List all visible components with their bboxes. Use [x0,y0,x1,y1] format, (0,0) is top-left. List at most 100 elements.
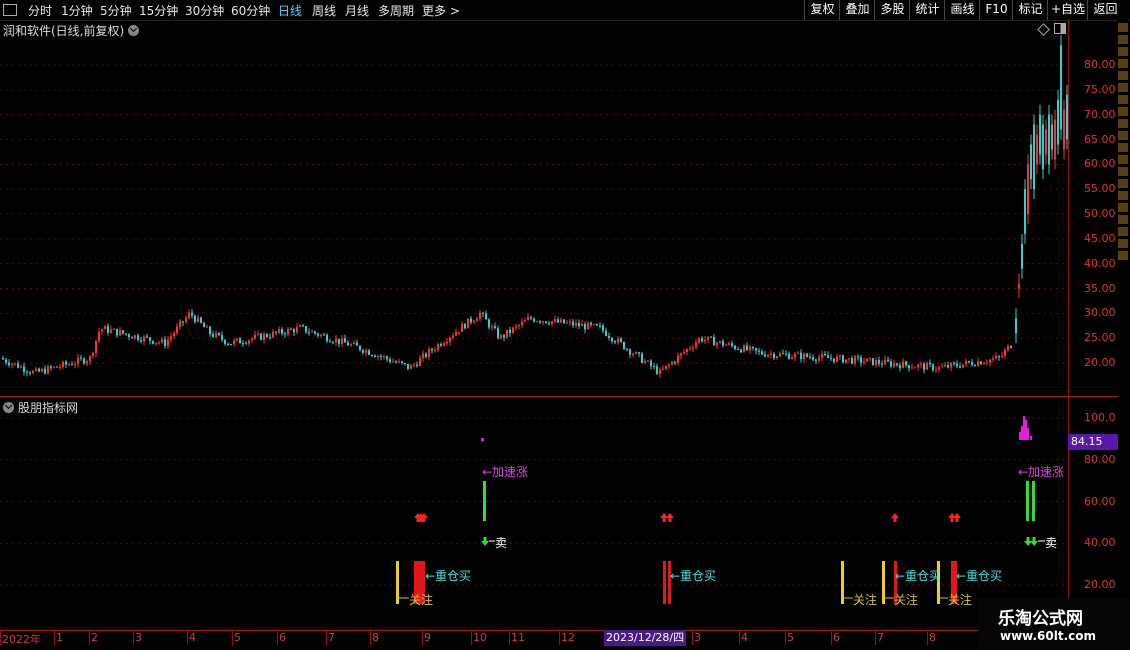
candle-body [773,353,775,358]
candle-body [323,334,325,336]
candle-body [353,342,355,345]
candle-body [311,331,313,333]
candle-body [995,356,997,359]
candle-body [722,341,724,346]
candle-body [404,362,406,364]
candle-body [350,344,352,346]
date-tick-label: 2022年 [2,633,41,646]
period-tab-30min[interactable]: 30分钟 [185,2,224,19]
period-tab-60min[interactable]: 60分钟 [231,2,270,19]
period-tab-monthly[interactable]: 月线 [345,2,369,19]
candle-body [167,339,169,347]
candle-body [206,326,208,328]
date-tick-label: 6 [279,631,286,644]
back-button[interactable]: 返回 [1087,0,1123,20]
candle-body [878,360,880,364]
candle-body [221,335,223,340]
candle-body [239,338,241,344]
f10-button[interactable]: F10 [979,0,1013,20]
candle-body [152,340,154,344]
candle-body [845,359,847,363]
candle-body [635,352,637,354]
add-watchlist-button[interactable]: +自选 [1047,0,1088,20]
candle-body [824,354,826,356]
heavy-buy-bar [663,561,666,604]
candle-body [536,321,538,323]
candle-body [581,324,583,327]
candle-body [68,364,70,366]
candle-body [833,358,835,362]
candle-body [299,325,301,327]
candle-body [608,335,610,338]
candle-body [197,317,199,322]
heavy-buy-label-3: ←重仓买 [895,569,942,583]
buy-arrow-icon [953,513,961,522]
candle-body [164,339,166,347]
candle-body [410,365,412,369]
candle-body [962,364,964,368]
draw-line-button[interactable]: 画线 [944,0,980,20]
mark-button[interactable]: 标记 [1012,0,1048,20]
period-tab-1min[interactable]: 1分钟 [61,2,93,19]
candle-body [731,343,733,346]
candle-body [1060,45,1062,130]
candle-body [1004,350,1006,356]
candle-body [374,355,376,358]
candle-body [509,329,511,334]
candle-body [914,367,916,369]
candle-body [989,359,991,363]
candle-body [791,357,793,359]
watermark-title: 乐淘公式网 [998,609,1083,629]
candle-body [932,364,934,371]
stats-button[interactable]: 统计 [909,0,945,20]
menu-icon[interactable] [3,4,17,16]
period-tab-multi[interactable]: 多周期 [378,2,414,19]
candlestick-chart[interactable] [0,20,1118,396]
candle-body [1045,129,1047,155]
candle-body [14,363,16,365]
candle-body [974,365,976,367]
candle-body [842,355,844,363]
candle-body [290,328,292,330]
accel-label-2: ←加速涨 [1018,465,1065,479]
candle-body [29,372,31,374]
period-tab-weekly[interactable]: 周线 [312,2,336,19]
indicator-tick-label: 20.00 [1084,578,1116,591]
candle-body [128,334,130,338]
candle-body [503,335,505,338]
candle-body [23,366,25,372]
period-tab-5min[interactable]: 5分钟 [100,2,132,19]
period-tab-15min[interactable]: 15分钟 [139,2,178,19]
candle-body [47,366,49,374]
candle-body [98,331,100,341]
candle-body [146,336,148,338]
overlay-button[interactable]: 叠加 [839,0,875,20]
date-tick-label: 4 [189,631,196,644]
candle-body [764,354,766,357]
candle-body [2,358,4,360]
date-tick [232,631,233,645]
buy-arrow-icon [891,513,899,522]
candle-body [767,354,769,357]
date-tick [739,631,740,645]
candle-body [308,332,310,334]
candle-body [650,360,652,367]
candle-body [740,349,742,353]
date-tick [422,631,423,645]
candle-body [797,352,799,354]
candle-body [245,343,247,345]
site-watermark: 乐淘公式网 www.60lt.com [978,598,1130,650]
candle-body [533,318,535,322]
fuquan-button[interactable]: 复权 [804,0,840,20]
candle-body [512,327,514,334]
period-tab-daily[interactable]: 日线 [278,2,302,19]
candle-body [110,329,112,333]
candle-body [623,341,625,350]
candle-body [983,363,985,365]
candle-body [644,361,646,363]
period-tab-fenshi[interactable]: 分时 [28,2,52,19]
multi-stock-button[interactable]: 多股 [874,0,910,20]
candle-body [653,366,655,368]
period-tab-more[interactable]: 更多 > [422,2,460,19]
price-tick-label: 80.00 [1084,58,1116,71]
